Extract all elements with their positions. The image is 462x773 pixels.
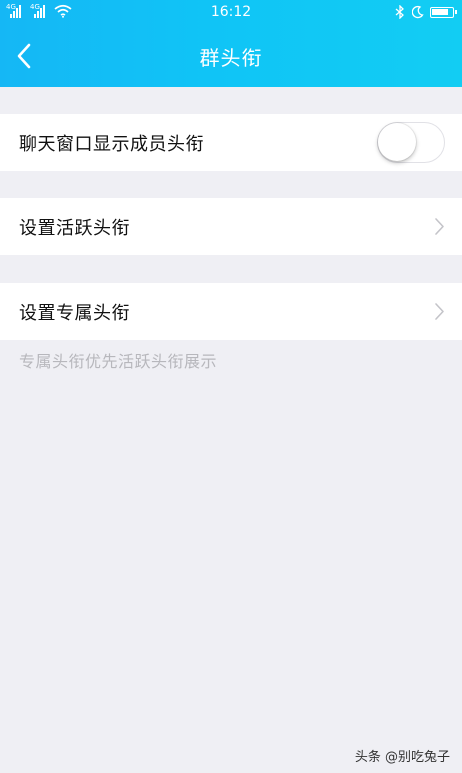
show-member-title-row: 聊天窗口显示成员头衔 <box>0 114 462 171</box>
set-exclusive-title-row[interactable]: 设置专属头衔 <box>0 283 462 340</box>
status-bar: 4G 4G 16:12 <box>0 0 462 26</box>
show-member-title-label: 聊天窗口显示成员头衔 <box>19 133 204 155</box>
battery-icon <box>430 6 457 18</box>
toggle-knob <box>378 123 416 161</box>
status-time: 16:12 <box>210 4 252 20</box>
screen: 4G 4G 16:12 群头衔 聊天窗口显示成员头衔 设置活跃头衔 设置专属头衔… <box>0 0 462 773</box>
chevron-right-icon <box>435 218 444 235</box>
do-not-disturb-icon <box>412 5 424 19</box>
bluetooth-icon <box>395 5 404 19</box>
set-exclusive-title-label: 设置专属头衔 <box>19 302 130 324</box>
nav-bar: 群头衔 <box>0 26 462 87</box>
header: 4G 4G 16:12 群头衔 <box>0 0 462 87</box>
chevron-right-icon <box>435 303 444 320</box>
set-active-title-row[interactable]: 设置活跃头衔 <box>0 198 462 255</box>
watermark: 头条 @别吃兔子 <box>354 750 450 765</box>
set-active-title-label: 设置活跃头衔 <box>19 217 130 239</box>
show-member-title-toggle[interactable] <box>377 122 445 163</box>
footnote-text: 专属头衔优先活跃头衔展示 <box>19 352 218 371</box>
page-title: 群头衔 <box>199 46 263 70</box>
status-right <box>394 5 457 19</box>
